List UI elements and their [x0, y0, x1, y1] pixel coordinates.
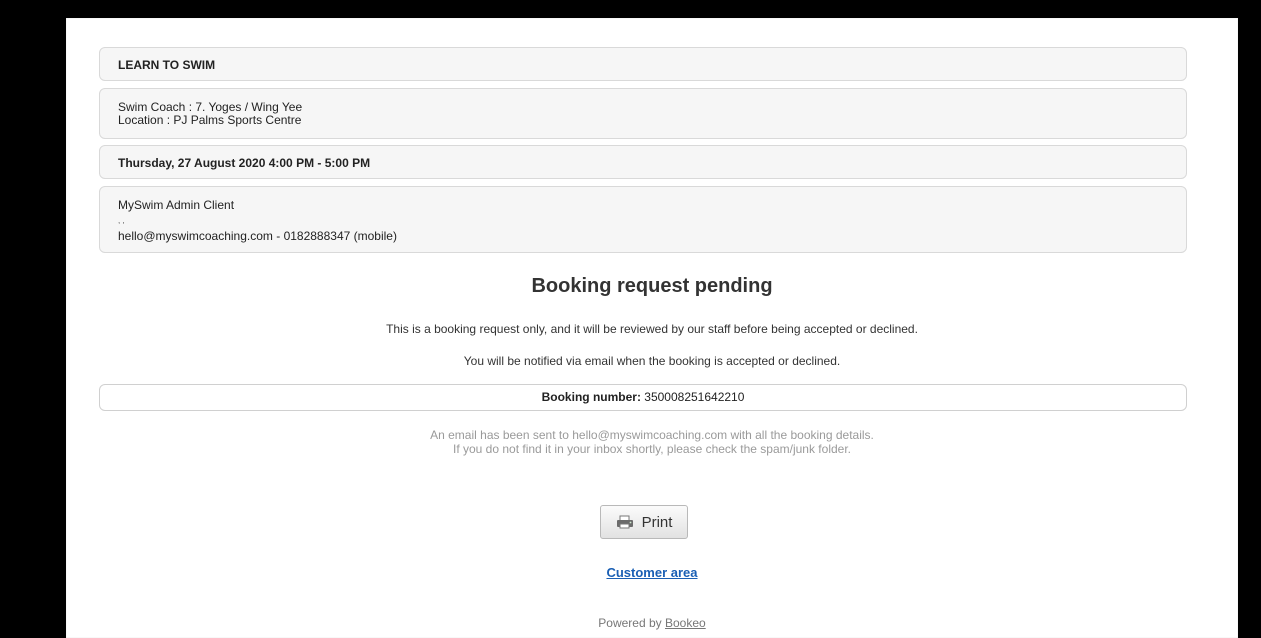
- print-button-label: Print: [641, 513, 673, 531]
- status-message-notify: You will be notified via email when the …: [463, 354, 841, 368]
- booking-datetime: Thursday, 27 August 2020 4:00 PM - 5:00 …: [99, 145, 1187, 179]
- booking-number-box: Booking number: 350008251642210: [99, 384, 1187, 411]
- email-note-line1: An email has been sent to hello@myswimco…: [430, 428, 874, 442]
- status-heading: Booking request pending: [531, 275, 773, 297]
- customer-name: MySwim Admin Client: [118, 198, 235, 212]
- service-details-panel: Swim Coach : 7. Yoges / Wing Yee Locatio…: [99, 88, 1187, 139]
- email-sent-note: An email has been sent to hello@myswimco…: [66, 428, 1238, 456]
- powered-by-footer: Powered by Bookeo: [66, 616, 1238, 630]
- booking-number-label: Booking number:: [541, 390, 641, 404]
- powered-by-prefix: Powered by: [598, 616, 662, 630]
- print-button[interactable]: Print: [600, 505, 688, 539]
- booking-confirmation-page: LEARN TO SWIM Swim Coach : 7. Yoges / Wi…: [66, 18, 1238, 638]
- customer-area-row: Customer area: [66, 565, 1238, 580]
- customer-address-blank: , ,: [118, 216, 125, 225]
- printer-icon: [616, 515, 633, 529]
- email-note-line2: If you do not find it in your inbox shor…: [453, 442, 851, 456]
- location-text: Location : PJ Palms Sports Centre: [118, 113, 302, 127]
- booking-number-value: 350008251642210: [644, 390, 745, 404]
- status-message-review: This is a booking request only, and it w…: [386, 322, 918, 336]
- service-title: LEARN TO SWIM: [99, 47, 1187, 81]
- customer-panel: MySwim Admin Client , , hello@myswimcoac…: [99, 186, 1187, 253]
- bookeo-link[interactable]: Bookeo: [665, 616, 706, 630]
- customer-area-link[interactable]: Customer area: [606, 565, 697, 580]
- customer-contact: hello@myswimcoaching.com - 0182888347 (m…: [118, 229, 397, 243]
